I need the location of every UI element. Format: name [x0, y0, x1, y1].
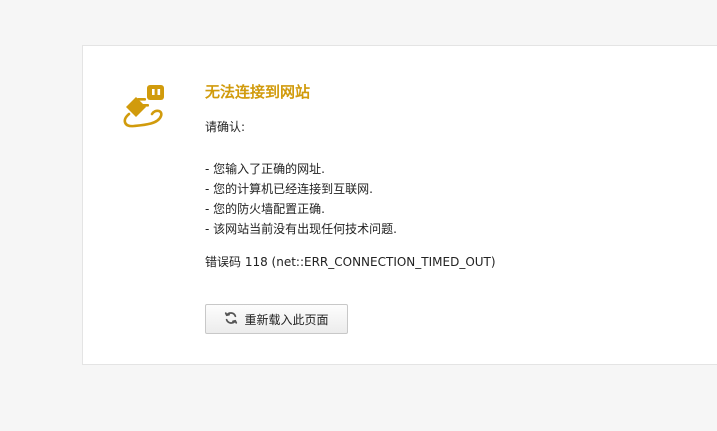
checklist: - 您输入了正确的网址. - 您的计算机已经连接到互联网. - 您的防火墙配置正…: [205, 159, 397, 239]
checklist-item: - 您的计算机已经连接到互联网.: [205, 182, 373, 196]
reload-button[interactable]: 重新载入此页面: [205, 304, 348, 334]
confirm-label: 请确认:: [205, 120, 246, 134]
error-card: [82, 45, 717, 365]
plug-icon: [118, 83, 170, 131]
checklist-item: - 您输入了正确的网址.: [205, 162, 325, 176]
refresh-icon: [224, 311, 238, 328]
error-code: 错误码 118 (net::ERR_CONNECTION_TIMED_OUT): [205, 255, 496, 269]
reload-button-label: 重新载入此页面: [244, 312, 329, 327]
error-title: 无法连接到网站: [205, 83, 311, 101]
checklist-item: - 该网站当前没有出现任何技术问题.: [205, 222, 397, 236]
checklist-item: - 您的防火墙配置正确.: [205, 202, 325, 216]
